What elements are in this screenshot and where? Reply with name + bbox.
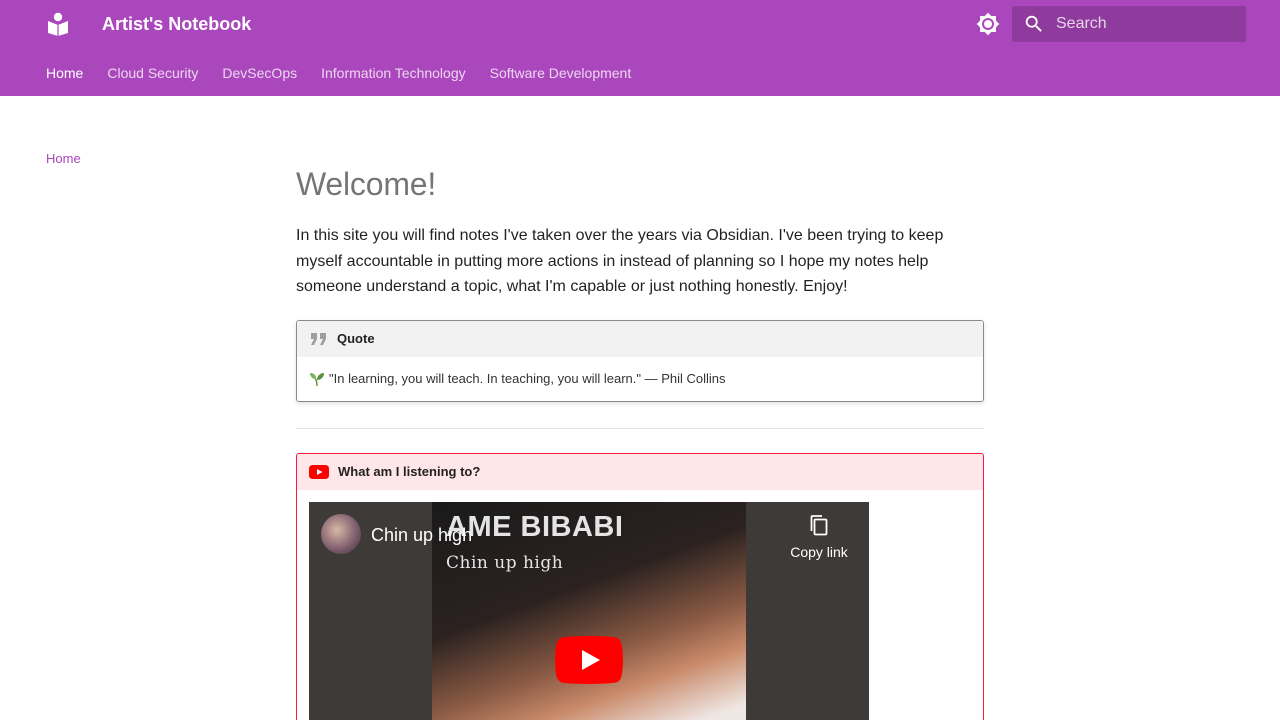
listening-admonition: What am I listening to? AME BIBABI Chin … [296, 452, 984, 720]
brightness-icon[interactable] [976, 12, 1000, 36]
search-icon [1025, 15, 1042, 32]
listening-admonition-title[interactable]: What am I listening to? [297, 453, 983, 490]
intro-paragraph: In this site you will find notes I've ta… [296, 227, 944, 296]
play-button-icon[interactable] [555, 635, 623, 684]
quote-body: "In learning, you will teach. In teachin… [297, 357, 983, 401]
tab-devsecops[interactable]: DevSecOps [222, 64, 297, 84]
top-header: Artist's Notebook Home Cloud Security De… [0, 0, 1280, 96]
channel-avatar[interactable] [321, 513, 361, 554]
copy-link-label: Copy link [790, 543, 848, 560]
copy-link-button[interactable]: Copy link [787, 514, 851, 560]
youtube-icon [309, 464, 329, 479]
seedling-icon [310, 372, 324, 386]
quote-admonition-title[interactable]: Quote [297, 320, 983, 357]
book-open-icon[interactable] [47, 12, 69, 36]
sidebar-item-home[interactable]: Home [46, 151, 81, 167]
nav-tabs: Home Cloud Security DevSecOps Informatio… [46, 64, 631, 84]
search-box[interactable] [1012, 6, 1246, 42]
video-art-subtitle: Chin up high [446, 552, 564, 573]
copy-icon [810, 514, 828, 536]
quote-text: "In learning, you will teach. In teachin… [329, 370, 726, 386]
main-content: Welcome! In this site you will find note… [296, 160, 984, 720]
video-art-title: AME BIBABI [446, 510, 624, 543]
search-input[interactable] [1056, 6, 1242, 42]
tab-software-development[interactable]: Software Development [490, 64, 632, 84]
divider [296, 427, 984, 429]
tab-home[interactable]: Home [46, 64, 83, 84]
site-title[interactable]: Artist's Notebook [102, 13, 251, 35]
listening-title-label: What am I listening to? [338, 464, 481, 480]
quote-admonition: Quote "In learning, you will teach. In t… [296, 319, 984, 402]
quote-title-label: Quote [337, 331, 375, 347]
video-title[interactable]: Chin up high [371, 524, 472, 546]
tab-cloud-security[interactable]: Cloud Security [107, 64, 198, 84]
page-title: Welcome! [296, 166, 437, 202]
quote-icon [311, 332, 326, 345]
video-player[interactable]: AME BIBABI Chin up high Chin up high Cop… [309, 501, 869, 720]
tab-information-technology[interactable]: Information Technology [321, 64, 466, 84]
